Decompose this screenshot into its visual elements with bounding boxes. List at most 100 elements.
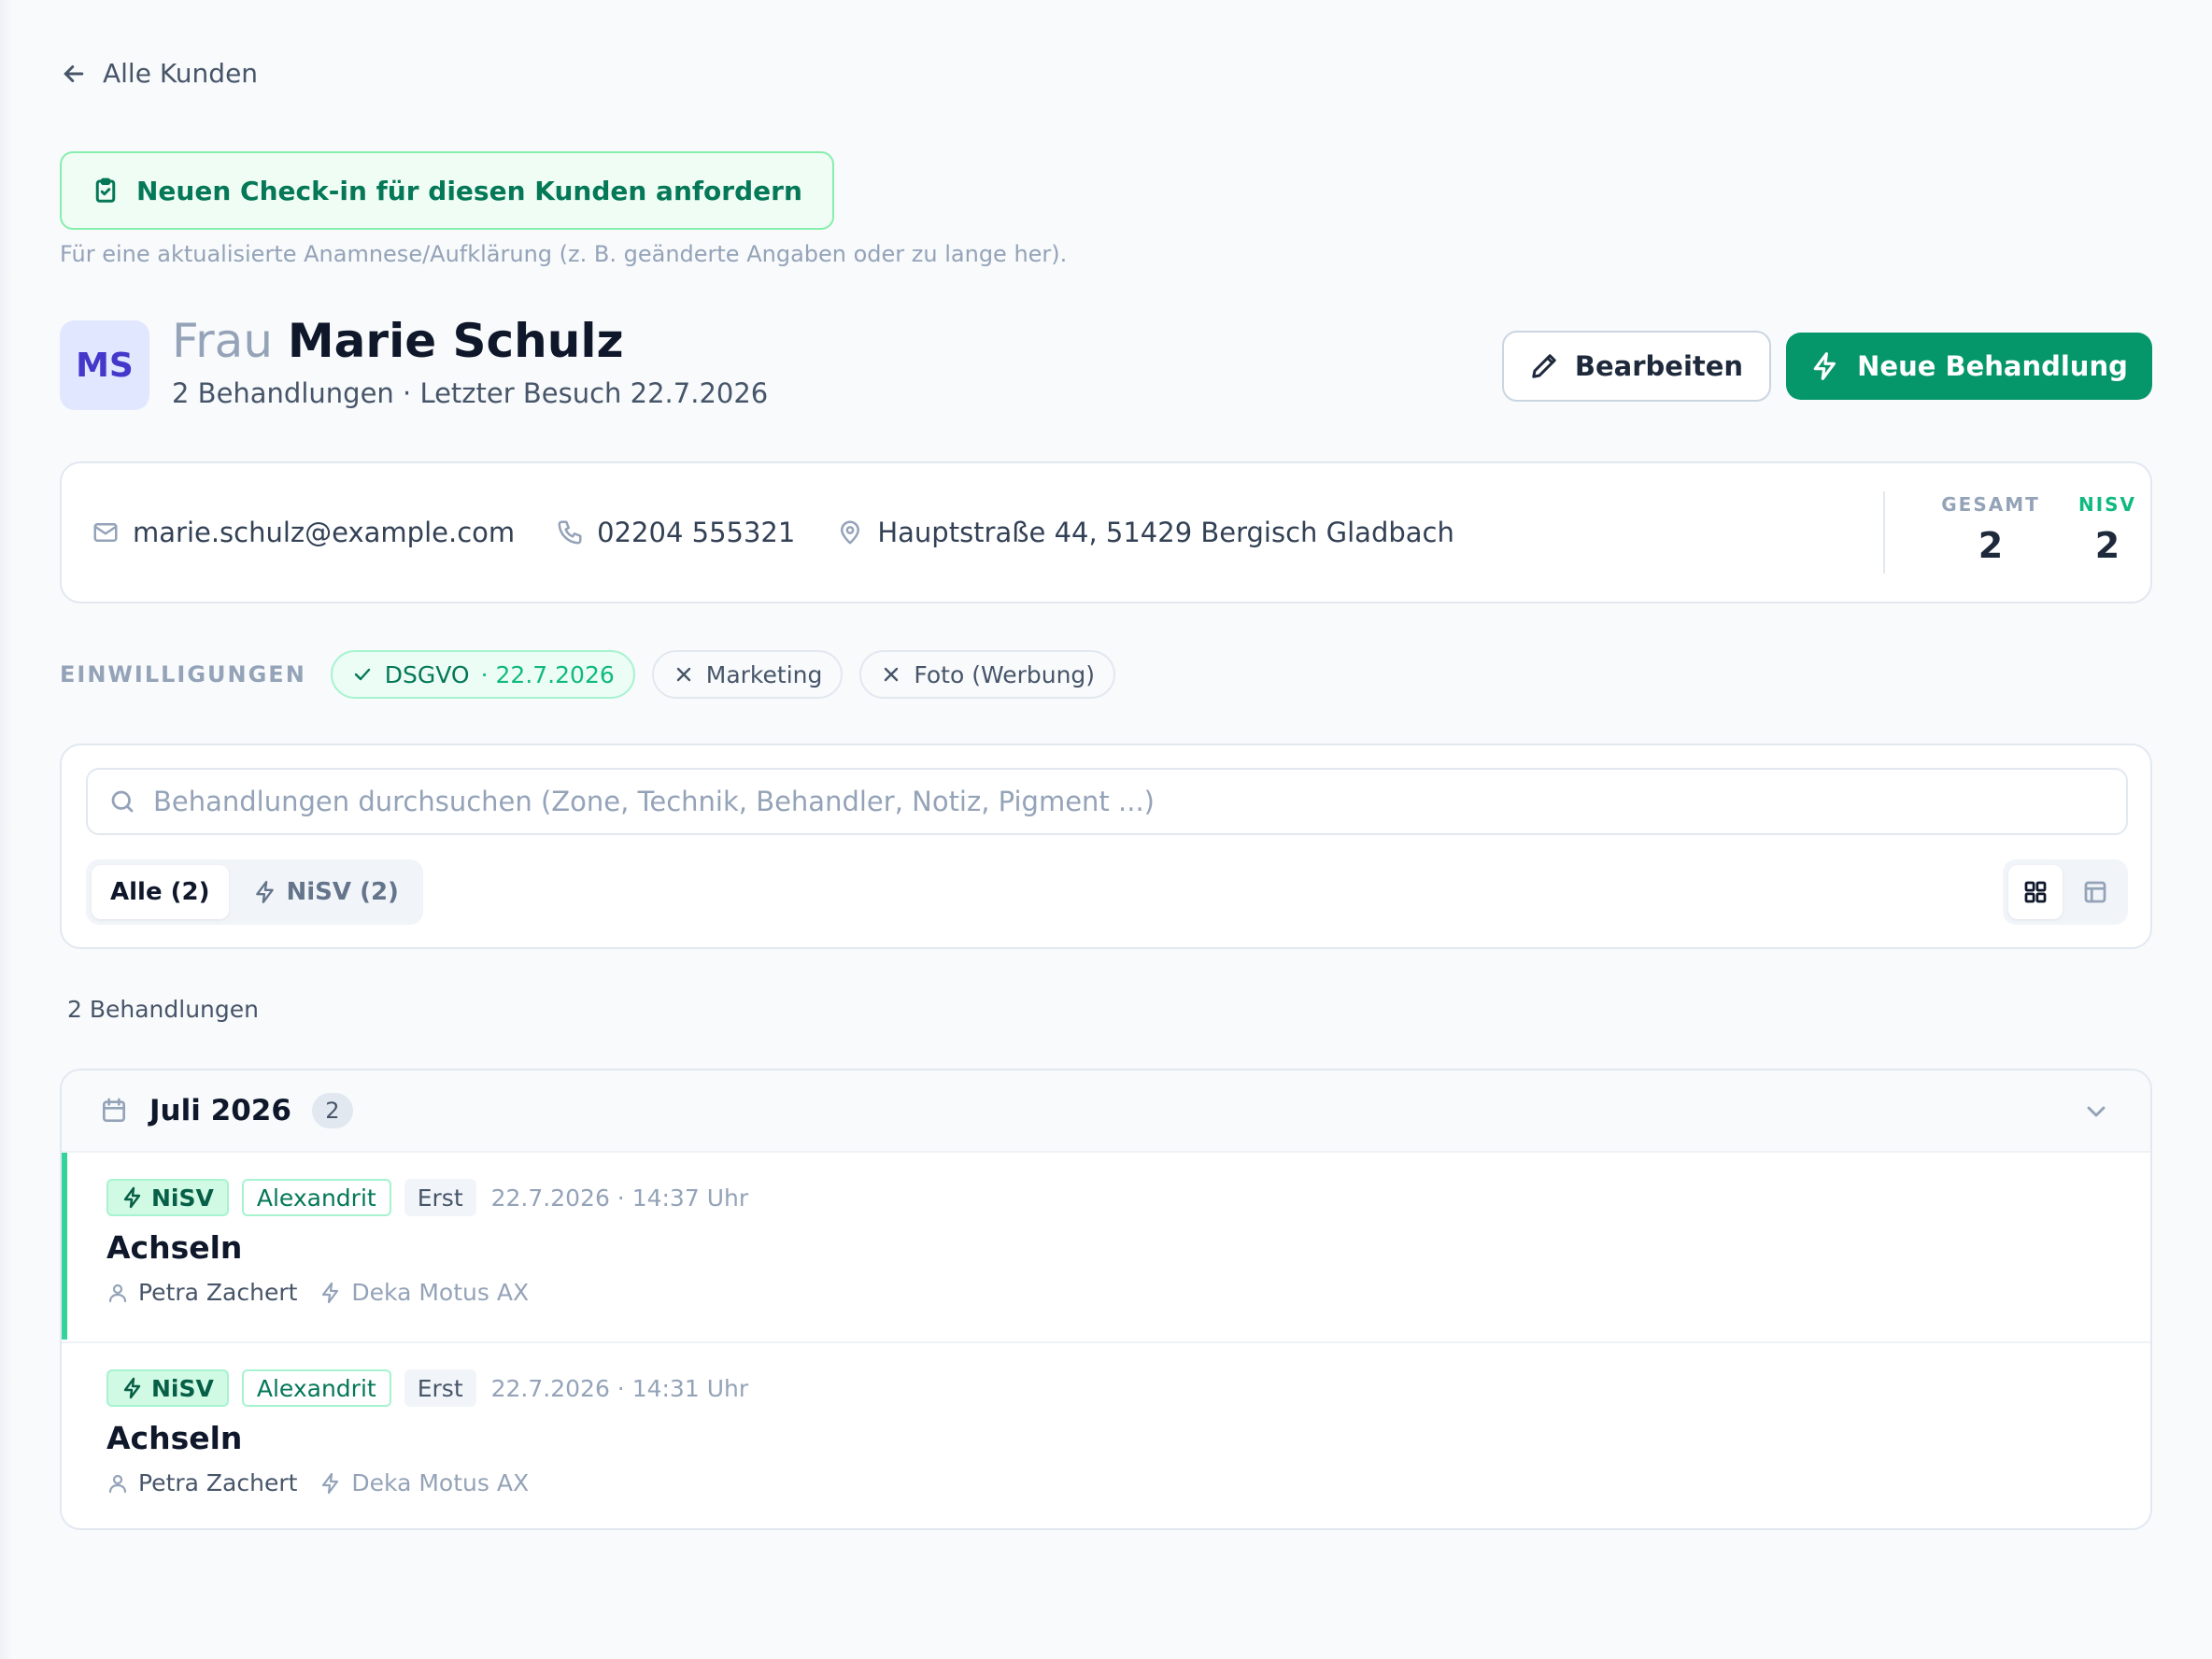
customer-name: Marie Schulz bbox=[287, 314, 624, 368]
nisv-badge-label: NiSV bbox=[151, 1374, 214, 1402]
treatment-meta: Petra Zachert Deka Motus AX bbox=[106, 1279, 748, 1306]
consent-name: DSGVO bbox=[384, 660, 470, 688]
stats-divider bbox=[1883, 491, 1885, 574]
device-name: Deka Motus AX bbox=[351, 1279, 530, 1306]
avatar: MS bbox=[60, 320, 149, 410]
search-card: Alle (2) NiSV (2) bbox=[60, 744, 2152, 949]
lightning-icon bbox=[123, 1377, 141, 1399]
treatment-zone: Achseln bbox=[106, 1229, 243, 1266]
practitioner: Petra Zachert bbox=[106, 1469, 297, 1496]
phone-value: 02204 555321 bbox=[597, 517, 796, 548]
address-value: Hauptstraße 44, 51429 Bergisch Gladbach bbox=[877, 517, 1454, 548]
mail-icon bbox=[93, 523, 118, 542]
nisv-badge: NiSV bbox=[106, 1179, 229, 1216]
chevron-down-icon[interactable] bbox=[2081, 1097, 2111, 1127]
stat-total: GESAMT 2 bbox=[1921, 493, 2061, 566]
edit-button[interactable]: Bearbeiten bbox=[1502, 331, 1771, 402]
request-checkin-label: Neuen Check-in für diesen Kunden anforde… bbox=[136, 175, 802, 206]
consent-name: Marketing bbox=[705, 660, 823, 688]
nisv-badge-label: NiSV bbox=[151, 1184, 214, 1212]
treatment-zone: Achseln bbox=[106, 1420, 243, 1456]
consent-chip-photo[interactable]: Foto (Werbung) bbox=[859, 650, 1116, 699]
filter-tabs: Alle (2) NiSV (2) bbox=[86, 859, 423, 925]
device: Deka Motus AX bbox=[319, 1469, 529, 1496]
consent-chip-dsgvo[interactable]: DSGVO · 22.7.2026 bbox=[330, 650, 635, 699]
filter-tab-nisv[interactable]: NiSV (2) bbox=[234, 865, 418, 919]
result-count: 2 Behandlungen bbox=[67, 996, 259, 1023]
new-treatment-button[interactable]: Neue Behandlung bbox=[1786, 333, 2152, 400]
filter-tab-all[interactable]: Alle (2) bbox=[92, 865, 229, 919]
user-icon bbox=[108, 1283, 127, 1302]
check-icon bbox=[354, 668, 370, 681]
user-icon bbox=[108, 1474, 127, 1493]
lightning-icon bbox=[322, 1472, 339, 1494]
lightning-icon bbox=[123, 1186, 141, 1209]
back-link-label: Alle Kunden bbox=[103, 58, 259, 89]
search-input[interactable] bbox=[153, 786, 2096, 817]
calendar-icon bbox=[103, 1098, 125, 1122]
consent-chip-marketing[interactable]: Marketing bbox=[651, 650, 844, 699]
treatment-row[interactable]: NiSV Alexandrit Erst 22.7.2026 · 14:37 U… bbox=[62, 1153, 2150, 1340]
stat-nisv-label: NISV bbox=[2077, 493, 2137, 516]
contact-email[interactable]: marie.schulz@example.com bbox=[92, 517, 515, 548]
email-value: marie.schulz@example.com bbox=[133, 517, 516, 548]
filter-tab-label: NiSV (2) bbox=[286, 878, 399, 906]
month-group-count: 2 bbox=[311, 1093, 353, 1128]
checkin-hint: Für eine aktualisierte Anamnese/Aufkläru… bbox=[60, 241, 1068, 267]
customer-subline: 2 Behandlungen · Letzter Besuch 22.7.202… bbox=[172, 377, 769, 409]
filter-tab-label: Alle (2) bbox=[110, 878, 210, 906]
nisv-badge: NiSV bbox=[106, 1369, 229, 1407]
phone-icon bbox=[558, 520, 582, 545]
device-type-badge: Alexandrit bbox=[241, 1369, 391, 1407]
request-checkin-button[interactable]: Neuen Check-in für diesen Kunden anforde… bbox=[60, 151, 834, 230]
lightning-icon bbox=[255, 880, 274, 904]
consent-date: · 22.7.2026 bbox=[480, 660, 615, 688]
lightning-icon bbox=[322, 1282, 339, 1303]
stat-nisv: NISV 2 bbox=[2061, 493, 2154, 566]
treatment-row[interactable]: NiSV Alexandrit Erst 22.7.2026 · 14:31 U… bbox=[62, 1341, 2150, 1528]
grid-icon bbox=[2024, 881, 2047, 903]
visit-type-badge: Erst bbox=[404, 1179, 476, 1216]
stat-nisv-value: 2 bbox=[2094, 525, 2120, 566]
contact-card: marie.schulz@example.com 02204 555321 Ha… bbox=[60, 461, 2152, 603]
consent-name: Foto (Werbung) bbox=[914, 660, 1096, 688]
search-box bbox=[86, 768, 2128, 835]
x-icon bbox=[676, 667, 690, 682]
month-group-header[interactable]: Juli 2026 2 bbox=[62, 1071, 2150, 1153]
view-toggle bbox=[2003, 859, 2128, 925]
lightning-icon bbox=[1813, 352, 1836, 380]
window-edge bbox=[0, 0, 13, 1659]
page: Alle Kunden Neuen Check-in für diesen Ku… bbox=[0, 0, 2212, 1659]
practitioner: Petra Zachert bbox=[106, 1279, 297, 1306]
x-icon bbox=[885, 667, 899, 682]
treatment-meta: Petra Zachert Deka Motus AX bbox=[106, 1469, 748, 1496]
search-icon bbox=[111, 790, 134, 813]
page-title: Frau Marie Schulz bbox=[172, 314, 624, 368]
customer-salutation: Frau bbox=[172, 314, 274, 368]
contact-address: Hauptstraße 44, 51429 Bergisch Gladbach bbox=[836, 517, 1454, 548]
treatment-datetime: 22.7.2026 · 14:31 Uhr bbox=[490, 1374, 749, 1402]
month-group-title: Juli 2026 bbox=[149, 1094, 291, 1127]
practitioner-name: Petra Zachert bbox=[138, 1279, 298, 1306]
stat-total-value: 2 bbox=[1978, 525, 2004, 566]
clipboard-check-icon bbox=[95, 177, 116, 203]
edit-button-label: Bearbeiten bbox=[1574, 350, 1744, 382]
treatment-tags: NiSV Alexandrit Erst 22.7.2026 · 14:31 U… bbox=[106, 1369, 748, 1407]
treatment-tags: NiSV Alexandrit Erst 22.7.2026 · 14:37 U… bbox=[106, 1179, 748, 1216]
treatment-content: NiSV Alexandrit Erst 22.7.2026 · 14:37 U… bbox=[106, 1179, 748, 1306]
table-view-button[interactable] bbox=[2068, 865, 2122, 919]
grid-view-button[interactable] bbox=[2008, 865, 2063, 919]
consents-row: EINWILLIGUNGEN DSGVO · 22.7.2026 Marketi… bbox=[60, 650, 1116, 699]
device: Deka Motus AX bbox=[319, 1279, 529, 1306]
contact-details: marie.schulz@example.com 02204 555321 Ha… bbox=[92, 463, 1454, 602]
arrow-left-icon bbox=[64, 64, 84, 82]
new-treatment-label: Neue Behandlung bbox=[1857, 350, 2128, 382]
device-name: Deka Motus AX bbox=[351, 1469, 530, 1496]
consents-label: EINWILLIGUNGEN bbox=[60, 661, 306, 688]
back-link[interactable]: Alle Kunden bbox=[60, 58, 258, 89]
treatment-content: NiSV Alexandrit Erst 22.7.2026 · 14:31 U… bbox=[106, 1369, 748, 1496]
stat-total-label: GESAMT bbox=[1941, 493, 2040, 516]
pencil-icon bbox=[1532, 354, 1556, 378]
contact-phone[interactable]: 02204 555321 bbox=[556, 517, 795, 548]
practitioner-name: Petra Zachert bbox=[138, 1469, 298, 1496]
